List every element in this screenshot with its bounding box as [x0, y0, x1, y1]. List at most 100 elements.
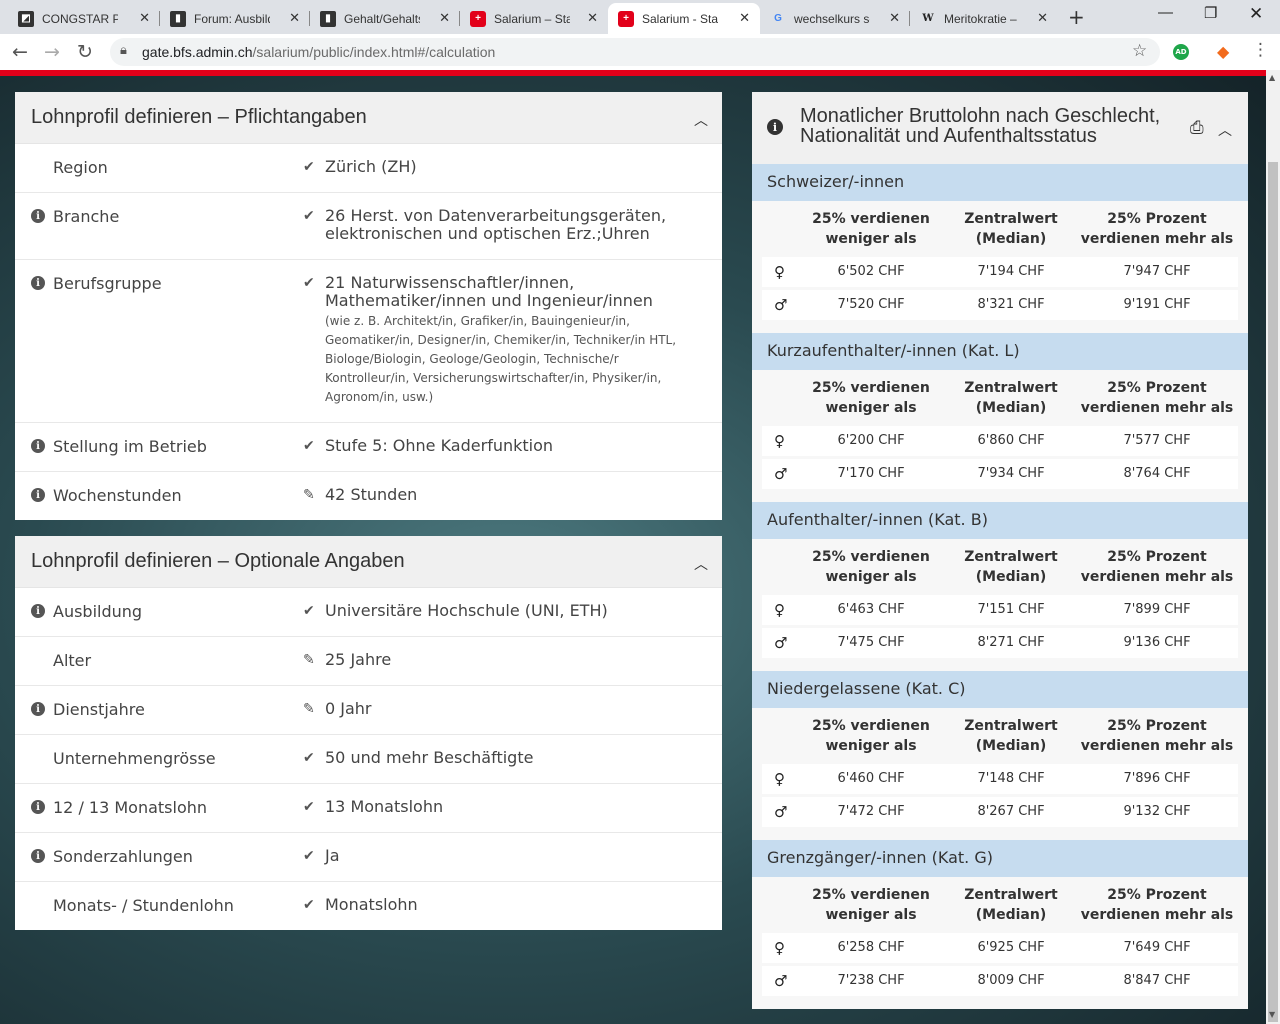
row-value[interactable]: 50 und mehr Beschäftigte [325, 749, 705, 767]
table-cell: 7'194 CHF [977, 264, 1045, 279]
chevron-up-icon[interactable]: ︿ [1218, 120, 1232, 140]
table-cell: 6'258 CHF [837, 940, 905, 955]
browser-tab[interactable]: W Meritokratie – W ✕ [910, 3, 1058, 34]
browser-tab[interactable]: ◩ CONGSTAR PRE ✕ [8, 3, 160, 34]
required-panel-header[interactable]: Lohnprofil definieren – Pflichtangaben ︿ [15, 92, 722, 144]
check-icon[interactable]: ✔ [303, 159, 315, 175]
lock-icon[interactable]: 🔒︎ [120, 43, 127, 58]
reload-icon[interactable]: ↻ [77, 40, 93, 64]
scroll-down-icon[interactable]: ▼ [1269, 1010, 1275, 1019]
new-tab-icon[interactable]: + [1068, 5, 1085, 29]
form-row[interactable]: i Dienstjahre ✎ 0 Jahr [15, 686, 722, 735]
close-window-icon[interactable]: ✕ [1249, 4, 1263, 24]
info-icon[interactable]: i [31, 209, 45, 223]
close-icon[interactable]: ✕ [139, 10, 150, 26]
row-value[interactable]: Universitäre Hochschule (UNI, ETH) [325, 602, 705, 620]
form-row[interactable]: i Berufsgruppe ✔ 21 Naturwissenschaftler/in… [15, 260, 722, 423]
row-value[interactable]: 21 Naturwissenschaftler/innen, Mathemati… [325, 274, 705, 407]
row-value[interactable]: Monatslohn [325, 896, 705, 914]
check-icon[interactable]: ✔ [303, 897, 315, 913]
info-icon[interactable]: i [31, 604, 45, 618]
row-value[interactable]: Stufe 5: Ohne Kaderfunktion [325, 437, 705, 455]
form-row[interactable]: i Branche ✔ 26 Herst. von Datenverarbeitung… [15, 193, 722, 260]
info-icon[interactable]: i [31, 702, 45, 716]
chevron-up-icon[interactable]: ︿ [694, 554, 708, 574]
extension-icon[interactable]: AD [1173, 44, 1189, 60]
close-icon[interactable]: ✕ [889, 10, 900, 26]
form-row[interactable]: i Ausbildung ✔ Universitäre Hochschule (UNI… [15, 588, 722, 637]
restore-icon[interactable]: ❐ [1204, 4, 1217, 22]
pencil-icon[interactable]: ✎ [303, 652, 315, 668]
star-icon[interactable]: ☆ [1132, 41, 1147, 61]
browser-tab-active[interactable]: + Salarium - Statis ✕ [608, 3, 760, 34]
section-table: 25% verdienen weniger als Zentralwert (Me… [752, 201, 1248, 333]
optional-panel-header[interactable]: Lohnprofil definieren – Optionale Angabe… [15, 536, 722, 588]
info-icon[interactable]: i [31, 849, 45, 863]
form-row[interactable]: Region ✔ Zürich (ZH) [15, 144, 722, 193]
form-row[interactable]: i Sonderzahlungen ✔ Ja [15, 833, 722, 882]
minimize-icon[interactable]: — [1158, 4, 1173, 21]
row-value[interactable]: 0 Jahr [325, 700, 705, 718]
check-icon[interactable]: ✔ [303, 208, 315, 224]
table-cell: 6'860 CHF [977, 433, 1045, 448]
pencil-icon[interactable]: ✎ [303, 487, 315, 503]
close-icon[interactable]: ✕ [587, 10, 598, 26]
scrollbar-thumb[interactable] [1268, 162, 1278, 1022]
row-value[interactable]: 13 Monatslohn [325, 798, 705, 816]
info-icon[interactable]: i [31, 488, 45, 502]
form-row[interactable]: i 12 / 13 Monatslohn ✔ 13 Monatslohn [15, 784, 722, 833]
chevron-up-icon[interactable]: ︿ [694, 110, 708, 130]
scrollbar[interactable]: ▲ ▼ [1266, 70, 1280, 1024]
column-header: Zentralwert (Median) [964, 887, 1058, 923]
row-value[interactable]: 25 Jahre [325, 651, 705, 669]
row-value[interactable]: 26 Herst. von Datenverarbeitungsgeräten,… [325, 207, 705, 243]
section-header: Kurzaufenthalter/-innen (Kat. L) [752, 333, 1248, 370]
row-label: Monats- / Stundenlohn [53, 896, 234, 915]
info-icon[interactable]: i [31, 276, 45, 290]
table-cell: 6'925 CHF [977, 940, 1045, 955]
info-icon[interactable]: i [31, 800, 45, 814]
url-text[interactable]: gate.bfs.admin.ch/salarium/public/index.… [142, 44, 495, 60]
table-cell: 7'649 CHF [1123, 940, 1191, 955]
results-title: Monatlicher Bruttolohn nach Geschlecht, … [800, 105, 1161, 147]
back-icon[interactable]: ← [12, 40, 28, 64]
document-icon: ▮ [320, 10, 336, 27]
close-icon[interactable]: ✕ [739, 10, 750, 26]
row-value[interactable]: Ja [325, 847, 705, 865]
fox-extension-icon[interactable]: ◆ [1217, 42, 1229, 61]
check-icon[interactable]: ✔ [303, 750, 315, 766]
male-icon: ♂ [774, 803, 788, 821]
tab-title: CONGSTAR PRE [42, 11, 118, 26]
table-cell: 8'847 CHF [1123, 973, 1191, 988]
row-value-text: Zürich (ZH) [325, 157, 417, 176]
check-icon[interactable]: ✔ [303, 438, 315, 454]
close-icon[interactable]: ✕ [439, 10, 450, 26]
row-value[interactable]: Zürich (ZH) [325, 158, 705, 176]
form-row[interactable]: i Stellung im Betrieb ✔ Stufe 5: Ohne Kader… [15, 423, 722, 472]
form-row[interactable]: i Wochenstunden ✎ 42 Stunden [15, 472, 722, 520]
forward-icon[interactable]: → [44, 40, 60, 64]
table-cell: 6'460 CHF [837, 771, 905, 786]
browser-tab[interactable]: + Salarium – Statis ✕ [460, 3, 608, 34]
check-icon[interactable]: ✔ [303, 275, 315, 291]
info-icon[interactable]: i [31, 439, 45, 453]
check-icon[interactable]: ✔ [303, 848, 315, 864]
browser-tab[interactable]: ▮ Forum: Ausbildu ✕ [160, 3, 310, 34]
form-row[interactable]: Monats- / Stundenlohn ✔ Monatslohn [15, 882, 722, 931]
print-icon[interactable]: ⎙ [1190, 118, 1204, 138]
form-row[interactable]: Unternehmengrösse ✔ 50 und mehr Beschäftig… [15, 735, 722, 784]
male-icon: ♂ [774, 465, 788, 483]
row-value[interactable]: 42 Stunden [325, 486, 705, 504]
menu-icon[interactable]: ⋮ [1252, 40, 1269, 60]
browser-tab[interactable]: ▮ Gehalt/Gehaltse ✕ [310, 3, 460, 34]
info-icon[interactable]: i [767, 119, 783, 135]
table-cell: 7'934 CHF [977, 466, 1045, 481]
check-icon[interactable]: ✔ [303, 603, 315, 619]
check-icon[interactable]: ✔ [303, 799, 315, 815]
close-icon[interactable]: ✕ [1037, 10, 1048, 26]
form-row[interactable]: Alter ✎ 25 Jahre [15, 637, 722, 686]
browser-tab[interactable]: G wechselkurs sch ✕ [760, 3, 910, 34]
pencil-icon[interactable]: ✎ [303, 701, 315, 717]
scroll-up-icon[interactable]: ▲ [1269, 73, 1275, 82]
close-icon[interactable]: ✕ [289, 10, 300, 26]
